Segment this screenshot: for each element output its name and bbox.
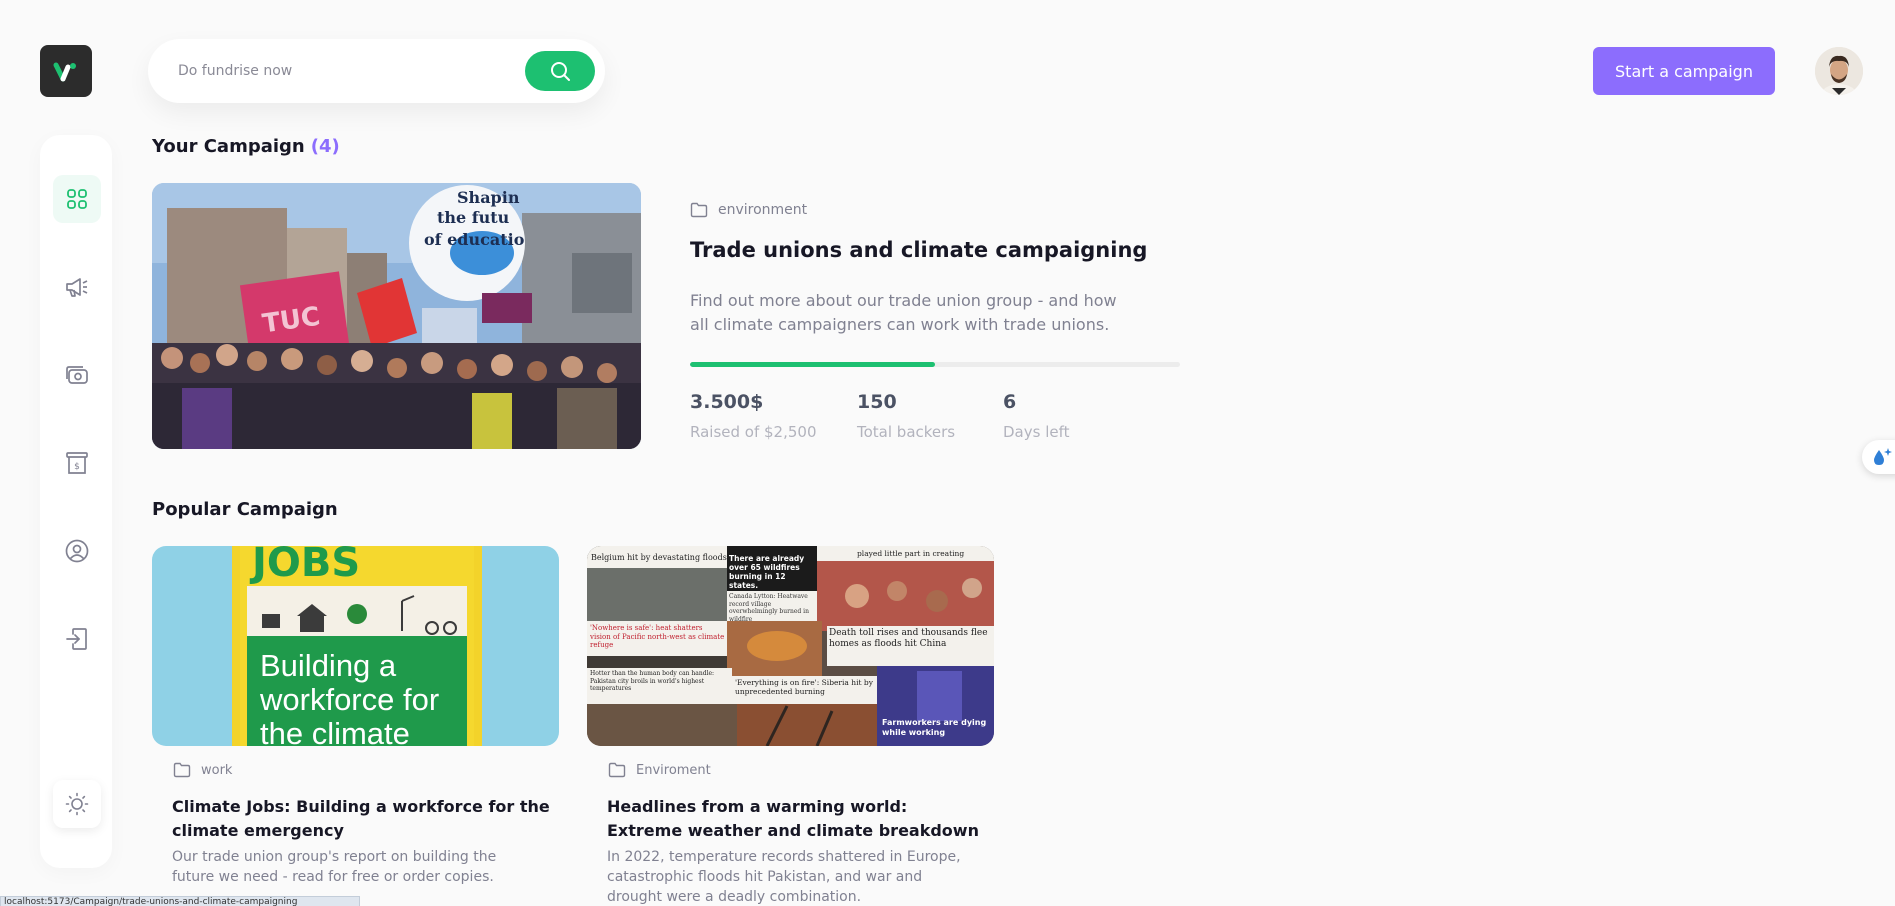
cover-line-3-text: the climate <box>260 716 410 746</box>
cover-title-text: JOBS <box>249 546 360 586</box>
card-category-label: work <box>201 762 233 778</box>
campaign-card-image-climate-jobs[interactable]: JOBS Building a workforce for the climat… <box>152 546 559 746</box>
stat-days-left: 6 Days left <box>1003 391 1070 441</box>
featured-category-label: environment <box>718 202 808 218</box>
stat-days-label: Days left <box>1003 423 1070 441</box>
campaign-count: (4) <box>310 136 340 157</box>
logout-icon <box>66 628 87 650</box>
floating-assistant-button[interactable] <box>1862 440 1895 474</box>
funding-progress-fill <box>690 362 935 367</box>
nav-payment[interactable] <box>53 351 101 399</box>
campaign-card-image-headlines[interactable]: Belgium hit by devastating floods There … <box>587 546 994 746</box>
card-category-work: work <box>173 762 232 778</box>
stat-backers-value: 150 <box>857 391 897 413</box>
stat-raised-label: Raised of $2,500 <box>690 423 817 441</box>
stat-raised-value: 3.500$ <box>690 391 764 413</box>
svg-text:$: $ <box>74 462 80 472</box>
stat-backers-label: Total backers <box>857 423 956 441</box>
logo-icon <box>53 62 76 82</box>
headlines-collage: Belgium hit by devastating floods There … <box>587 546 994 746</box>
nav-dashboard[interactable] <box>53 175 101 223</box>
start-campaign-button[interactable]: Start a campaign <box>1593 47 1775 95</box>
theme-toggle-button[interactable] <box>53 780 101 828</box>
search-input[interactable] <box>178 60 538 82</box>
nav-campaigns[interactable] <box>53 263 101 311</box>
funding-progress-bar <box>690 362 1180 367</box>
svg-text:Shapin: Shapin <box>457 188 520 207</box>
card-title-climate-jobs[interactable]: Climate Jobs: Building a workforce for t… <box>172 795 552 843</box>
nav-withdraw[interactable]: $ <box>53 439 101 487</box>
headline-china-floods-text: Death toll rises and thousands flee home… <box>829 628 988 649</box>
app-logo[interactable] <box>40 45 92 97</box>
card-title-headlines[interactable]: Headlines from a warming world: Extreme … <box>607 795 987 843</box>
withdraw-icon: $ <box>66 452 88 474</box>
climate-jobs-book-cover: JOBS Building a workforce for the climat… <box>152 546 559 746</box>
water-drop-sparkle-icon <box>1874 448 1892 465</box>
campaign-megaphone-icon <box>66 278 88 297</box>
featured-campaign-category: environment <box>690 202 807 218</box>
stat-raised: 3.500$ Raised of $2,500 <box>690 391 817 441</box>
payment-icon <box>66 366 88 384</box>
nav-logout[interactable] <box>53 615 101 663</box>
cover-line-1-text: Building a <box>260 648 397 683</box>
avatar[interactable] <box>1815 47 1863 95</box>
headline-farmworkers-text: Farmworkers are dying while working <box>882 718 987 737</box>
search-icon <box>551 62 570 81</box>
featured-campaign-description: Find out more about our trade union grou… <box>690 291 1117 334</box>
svg-text:of educatio: of educatio <box>424 230 525 249</box>
card-description-headlines: In 2022, temperature records shattered i… <box>607 849 961 905</box>
folder-icon <box>690 202 708 218</box>
search-bar <box>148 39 605 103</box>
sidebar: $ <box>40 135 112 868</box>
stat-backers: 150 Total backers <box>857 391 955 441</box>
profile-icon <box>65 539 89 563</box>
folder-icon <box>173 762 191 778</box>
dashboard-icon <box>67 189 87 209</box>
sun-icon <box>65 792 89 816</box>
headline-wildfires-text: There are already over 65 wildfires burn… <box>729 554 805 590</box>
card-category-enviroment: Enviroment <box>608 762 711 778</box>
headline-belgium-text: Belgium hit by devastating floods <box>591 553 727 562</box>
folder-icon <box>608 762 626 778</box>
your-campaign-title: Your Campaign <box>152 136 305 157</box>
featured-campaign-title[interactable]: Trade unions and climate campaigning <box>690 238 1147 262</box>
nav-profile[interactable] <box>53 527 101 575</box>
headline-played-part-text: played little part in creating <box>857 549 964 558</box>
browser-status-bar: localhost:5173/Campaign/trade-unions-and… <box>0 896 360 906</box>
user-avatar-image <box>1815 47 1863 95</box>
cover-line-2-text: workforce for <box>259 682 439 717</box>
stat-days-value: 6 <box>1003 391 1017 413</box>
protest-photo: Shapin the futu of educatio TUC <box>152 183 641 449</box>
card-description-climate-jobs: Our trade union group's report on buildi… <box>172 849 497 885</box>
card-category-label: Enviroment <box>636 762 711 778</box>
your-campaign-heading: Your Campaign (4) <box>152 136 340 157</box>
headline-pakistan-text: Hotter than the human body can handle: P… <box>590 670 715 692</box>
headline-nowhere-safe-text: 'Nowhere is safe': heat shatters vision … <box>590 624 725 649</box>
headline-siberia-text: 'Everything is on fire': Siberia hit by … <box>735 678 873 696</box>
featured-campaign-image[interactable]: Shapin the futu of educatio TUC <box>152 183 641 449</box>
svg-text:the futu: the futu <box>437 208 510 227</box>
popular-campaign-heading: Popular Campaign <box>152 499 338 520</box>
search-button[interactable] <box>525 51 595 91</box>
headline-lytton-text: Canada Lytton: Heatwave record village o… <box>729 593 809 621</box>
